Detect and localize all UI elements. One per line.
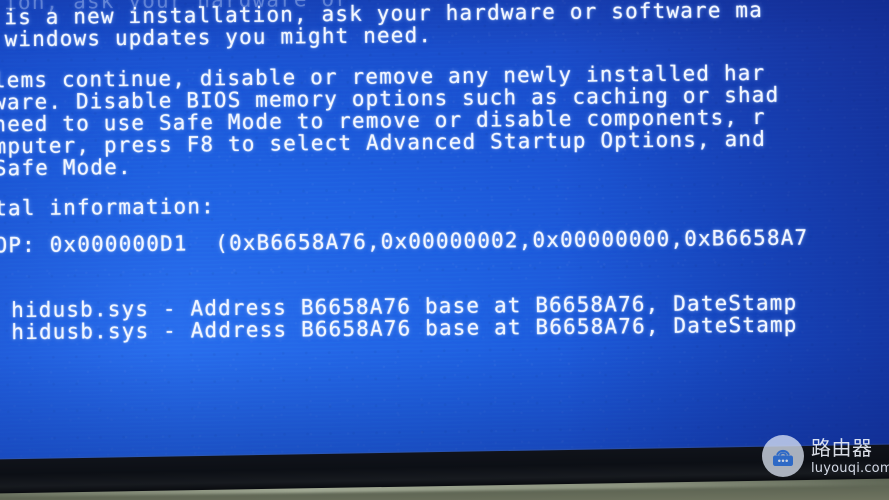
watermark-domain: luyouqi.com [811, 460, 889, 476]
bsod-driver-frame-2: hidusb.sys - Address B6658A76 base at B6… [11, 312, 798, 345]
watermark-text: 路由器 luyouqi.com [811, 438, 889, 475]
router-badge-icon [762, 435, 804, 477]
bsod-stop-code-line: OP: 0x000000D1 (0xB6658A76,0x00000002,0x… [0, 225, 809, 258]
watermark-title-cn: 路由器 [811, 435, 873, 460]
photo-of-monitor: ion, ask your hardware or is a new insta… [0, 0, 889, 500]
bsod-text-block: ion, ask your hardware or is a new insta… [0, 0, 889, 474]
bsod-line-troubleshoot-5: Safe Mode. [0, 155, 132, 181]
site-watermark: 路由器 luyouqi.com [762, 430, 889, 482]
bsod-line-troubleshoot-4: mputer, press F8 to select Advanced Star… [0, 126, 767, 159]
bsod-heading-technical-information: tal information: [0, 194, 215, 221]
bsod-line-new-installation-2: windows updates you might need. [4, 23, 433, 52]
